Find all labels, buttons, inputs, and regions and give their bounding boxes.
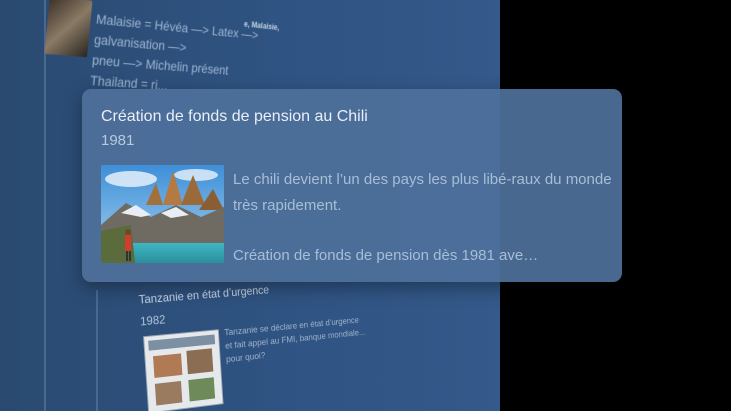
event-popup-card[interactable]: Création de fonds de pension au Chili 19… xyxy=(82,89,622,282)
entry-thumbnail xyxy=(44,0,93,58)
entry-title: Tanzanie en état d’urgence xyxy=(138,282,270,307)
event-paragraph-1: Le chili devient l’un des pays les plus … xyxy=(233,171,612,214)
entry-thumbnail xyxy=(143,329,224,411)
event-description: Le chili devient l’un des pays les plus … xyxy=(233,167,613,269)
timeline-view: e, Malaisie, Malaisie = Hévéa —> Latex —… xyxy=(0,0,731,411)
timeline-connector xyxy=(96,290,98,411)
event-image xyxy=(101,165,224,263)
entry-year: 1982 xyxy=(139,312,166,329)
event-paragraph-2: Création de fonds de pension dès 1981 av… xyxy=(233,247,539,264)
event-year: 1981 xyxy=(101,132,135,149)
entry-description: Tanzanie se déclare en état d’urgence et… xyxy=(223,315,366,366)
event-title: Création de fonds de pension au Chili xyxy=(101,108,368,125)
